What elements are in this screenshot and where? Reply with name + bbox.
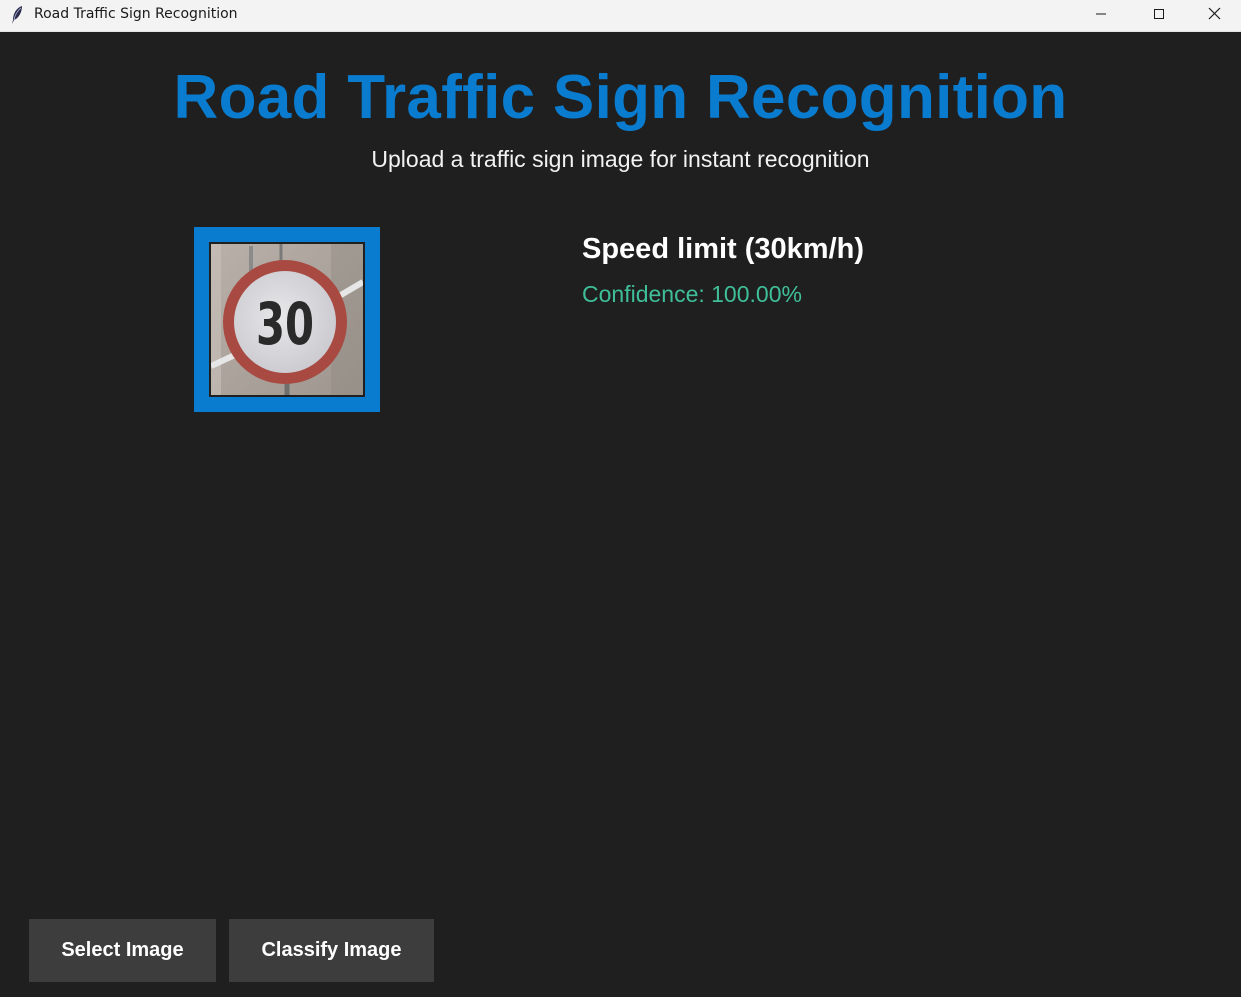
window-title: Road Traffic Sign Recognition xyxy=(34,6,238,22)
sign-number: 30 xyxy=(256,290,314,358)
speed-limit-sign-image: 30 xyxy=(211,244,363,395)
main-panel: Road Traffic Sign Recognition Upload a t… xyxy=(0,33,1241,997)
confidence-text: Confidence: 100.00% xyxy=(582,281,802,307)
close-icon xyxy=(1208,7,1221,25)
close-button[interactable] xyxy=(1188,0,1241,31)
window-titlebar: Road Traffic Sign Recognition xyxy=(0,0,1241,32)
page-subtitle: Upload a traffic sign image for instant … xyxy=(371,146,870,172)
image-preview: 30 xyxy=(209,242,365,397)
minimize-button[interactable] xyxy=(1072,0,1130,31)
maximize-icon xyxy=(1153,7,1165,25)
prediction-label: Speed limit (30km/h) xyxy=(582,233,865,265)
image-preview-frame: 30 xyxy=(194,227,380,412)
classify-image-button[interactable]: Classify Image xyxy=(229,919,434,982)
minimize-icon xyxy=(1095,7,1107,25)
select-image-button[interactable]: Select Image xyxy=(29,919,216,982)
feather-icon xyxy=(10,5,24,25)
maximize-button[interactable] xyxy=(1130,0,1188,31)
page-title: Road Traffic Sign Recognition xyxy=(173,63,1068,132)
